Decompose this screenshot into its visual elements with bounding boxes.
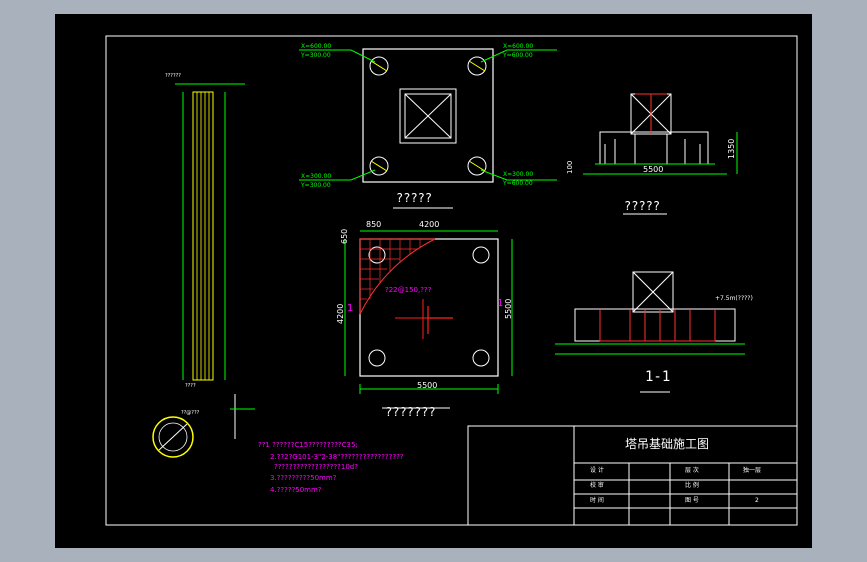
title-row1-c4: 独一层	[743, 467, 762, 474]
title-row1-c1: 设 计	[590, 467, 604, 474]
dim-850: 850	[366, 220, 382, 229]
cad-drawing-canvas: 塔吊基础施工图 设 计 层 次 独一层 校 审 比 例 时 间 图 号 2 ??…	[55, 14, 812, 548]
note-1: ??1 ??????C15?????????C35;	[258, 441, 358, 449]
dim-1350: 1350	[727, 138, 736, 159]
pile-section-label: ????	[185, 383, 196, 389]
section-mark-right: 1	[497, 298, 504, 309]
caption-elevation: ?????	[624, 199, 661, 213]
note-2: 2.??2?G101-3"2-38"?????????????????	[270, 453, 404, 461]
dim-5500-right: 5500	[504, 298, 513, 319]
section-mark-left: 1	[347, 303, 354, 314]
coord-tr-y: Y=600.00	[503, 52, 533, 59]
pile-elevation	[152, 83, 255, 458]
note-5: 4.?????50mm?	[270, 486, 322, 494]
dim-4200-left: 4200	[336, 303, 345, 324]
title-row3-c3: 图 号	[685, 497, 699, 504]
title-row2-c3: 比 例	[685, 482, 699, 489]
title-row3-c1: 时 间	[590, 497, 604, 504]
dim-650: 650	[340, 228, 349, 244]
coord-br-x: X=300.00	[503, 171, 534, 178]
title-row3-c4: 2	[755, 497, 759, 504]
coord-br-y: Y=600.00	[503, 180, 533, 187]
note-4: 3.?????????50mm?	[270, 474, 337, 482]
coord-tl-y: Y=300.00	[301, 52, 331, 59]
pile-top-label: ??????	[165, 73, 181, 79]
coord-bl-y: Y=300.00	[301, 182, 331, 189]
coord-bl-x: X=300.00	[301, 173, 332, 180]
dim-5500-elevation: 5500	[643, 165, 664, 174]
dim-4200-top: 4200	[419, 220, 440, 229]
coord-tl-x: X=600.00	[301, 43, 332, 50]
caption-bottom-plan: ???????	[385, 405, 436, 419]
elevation-top	[583, 93, 738, 215]
title-row2-c1: 校 审	[590, 482, 604, 489]
caption-section: 1-1	[645, 369, 671, 385]
elevation-note: +7.5m(????)	[715, 295, 753, 302]
drawing-title: 塔吊基础施工图	[625, 437, 710, 451]
rebar-grid-note: ?22@150,???	[385, 286, 432, 294]
coord-tr-x: X=600.00	[503, 43, 534, 50]
dim-100: 100	[566, 160, 574, 174]
note-3: ??????????????????10d?	[274, 463, 358, 471]
title-row1-c3: 层 次	[685, 467, 699, 474]
pile-circle-label: ??@???	[181, 410, 200, 416]
caption-top-plan: ?????	[396, 191, 433, 205]
dim-5500-bottom: 5500	[417, 381, 438, 390]
